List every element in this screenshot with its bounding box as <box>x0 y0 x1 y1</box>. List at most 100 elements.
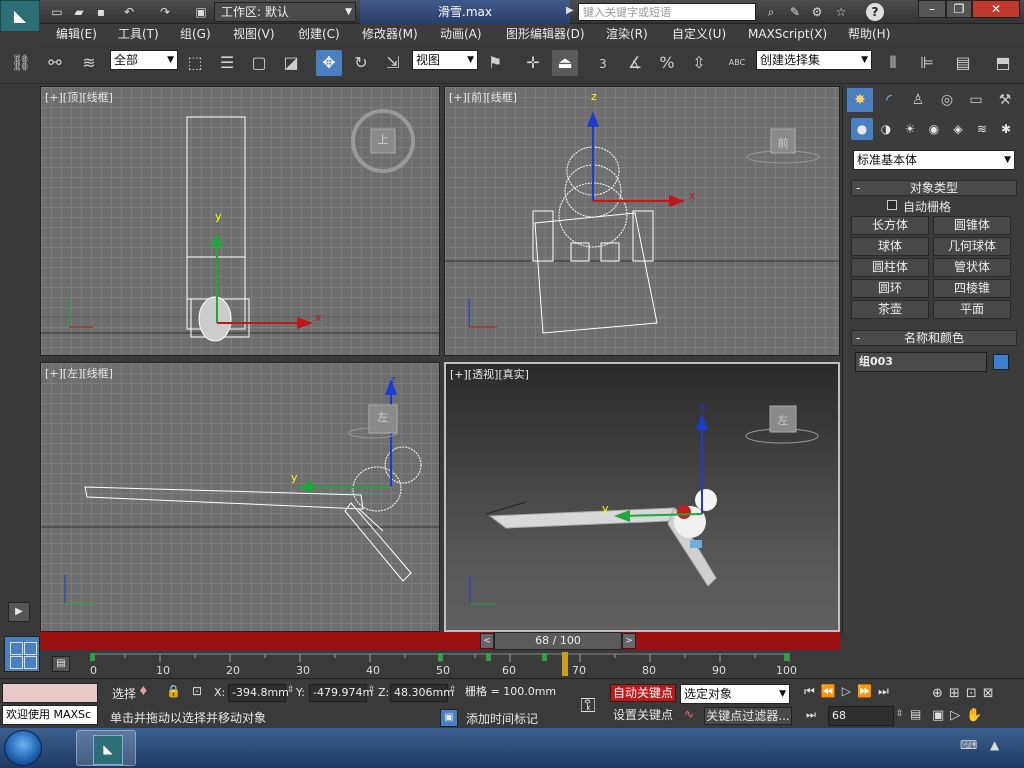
graphite-ribbon-icon[interactable]: ⬒ <box>990 50 1016 76</box>
pyramid-button[interactable]: 四棱锥 <box>933 279 1011 298</box>
viewport-left-label[interactable]: [+][左][线框] <box>45 365 113 381</box>
prev-frame-arrow-icon[interactable]: < <box>480 633 494 649</box>
next-frame-arrow-icon[interactable]: > <box>622 633 636 649</box>
show-desktop-icon[interactable]: ▲ <box>990 738 999 752</box>
key-mode-toggle-icon[interactable]: ⏭ <box>806 708 816 722</box>
layer-manager-icon[interactable]: ▤ <box>950 50 976 76</box>
absolute-mode-icon[interactable]: ⊡ <box>192 684 202 698</box>
viewport-front[interactable]: z x [+][前][线框] 前 <box>444 86 840 356</box>
taskbar-3dsmax-button[interactable]: ◣ <box>76 730 136 766</box>
select-and-scale-icon[interactable]: ⇲ <box>380 50 406 76</box>
select-and-move-icon[interactable]: ✥ <box>316 50 342 76</box>
cylinder-button[interactable]: 圆柱体 <box>851 258 929 277</box>
shapes-category-icon[interactable]: ◑ <box>875 118 897 140</box>
redo-icon[interactable]: ↷ <box>156 3 174 21</box>
undo-icon[interactable]: ↶ <box>120 3 138 21</box>
lights-category-icon[interactable]: ☀ <box>899 118 921 140</box>
minimize-button[interactable]: – <box>918 0 946 18</box>
timeline-track[interactable] <box>40 632 840 650</box>
utilities-tab-icon[interactable]: ⚒ <box>992 88 1018 112</box>
open-file-icon[interactable]: ▰ <box>70 3 88 21</box>
rect-selection-icon[interactable]: ▢ <box>246 50 272 76</box>
restore-button[interactable]: ❐ <box>946 0 972 18</box>
menu-modifiers[interactable]: 修改器(M) <box>362 24 418 44</box>
add-time-tag-button[interactable]: 添加时间标记 <box>466 710 538 727</box>
sphere-button[interactable]: 球体 <box>851 237 929 256</box>
spinner-icon[interactable]: ⇳ <box>449 685 457 695</box>
viewport-front-label[interactable]: [+][前][线框] <box>449 89 517 105</box>
viewport-left[interactable]: y z [+][左][线框] 左 <box>40 362 440 632</box>
reference-coordinate-dropdown[interactable]: 视图 <box>412 50 478 70</box>
primitive-type-dropdown[interactable]: 标准基本体 <box>853 150 1015 170</box>
time-config-icon[interactable]: ▤ <box>910 707 928 725</box>
select-and-rotate-icon[interactable]: ↻ <box>348 50 374 76</box>
start-button[interactable] <box>4 730 42 766</box>
workspace-dropdown[interactable]: 工作区: 默认 ▼ <box>214 2 356 22</box>
viewport-perspective-label[interactable]: [+][透视][真实] <box>450 366 529 382</box>
zoom-icon[interactable]: ⊕ <box>932 686 949 701</box>
select-object-icon[interactable]: ⬚ <box>182 50 208 76</box>
bind-space-warp-icon[interactable]: ≋ <box>76 50 102 76</box>
object-color-swatch[interactable] <box>993 354 1009 370</box>
x-coord-input[interactable]: -394.8mm <box>228 684 289 702</box>
favorites-star-icon[interactable]: ☆ <box>832 3 850 21</box>
spinner-snap-icon[interactable]: ⇳ <box>686 50 712 76</box>
y-coord-input[interactable]: -479.974m <box>309 684 373 702</box>
viewport-perspective[interactable]: y z [+][透视][真实] 左 <box>444 362 840 632</box>
menu-tools[interactable]: 工具(T) <box>118 24 159 44</box>
maxscript-listener-pink[interactable] <box>2 683 98 703</box>
cameras-category-icon[interactable]: ◉ <box>923 118 945 140</box>
auto-key-button[interactable]: 自动关键点 <box>610 684 676 702</box>
fov-icon[interactable]: ▷ <box>950 708 966 723</box>
viewcube-left-face[interactable]: 左 <box>375 409 391 425</box>
help-icon[interactable]: ? <box>866 3 884 21</box>
create-tab-icon[interactable]: ✸ <box>847 88 873 112</box>
maxscript-mini-listener[interactable]: 欢迎使用 MAXSc <box>2 705 98 725</box>
spinner-icon[interactable]: ⇳ <box>368 685 376 695</box>
play-icon[interactable]: ▷ <box>842 684 857 698</box>
mirror-icon[interactable]: ⫴ <box>880 50 906 76</box>
play-ribbon-icon[interactable]: ▶ <box>8 602 30 622</box>
geometry-category-icon[interactable]: ● <box>851 118 873 140</box>
pan-icon[interactable]: ✋ <box>966 708 988 723</box>
set-key-icon[interactable]: ⚿ <box>568 685 608 725</box>
save-file-icon[interactable]: ▪ <box>92 3 110 21</box>
menu-rendering[interactable]: 渲染(R) <box>606 24 648 44</box>
systems-category-icon[interactable]: ✱ <box>995 118 1017 140</box>
key-mode-dropdown[interactable]: 选定对象 <box>680 684 790 704</box>
motion-tab-icon[interactable]: ◎ <box>934 88 960 112</box>
modify-tab-icon[interactable]: ◜ <box>876 88 902 112</box>
edit-named-selection-icon[interactable]: ABC <box>724 50 750 76</box>
helpers-category-icon[interactable]: ◈ <box>947 118 969 140</box>
menu-maxscript[interactable]: MAXScript(X) <box>748 24 827 44</box>
cone-button[interactable]: 圆锥体 <box>933 216 1011 235</box>
window-crossing-icon[interactable]: ◪ <box>278 50 304 76</box>
zoom-extents-icon[interactable]: ⊡ <box>966 686 983 701</box>
search-input[interactable]: 键入关键字或短语 <box>578 3 756 21</box>
plane-button[interactable]: 平面 <box>933 300 1011 319</box>
next-key-icon[interactable]: ⏩ <box>857 684 878 698</box>
timeline-ruler[interactable]: 0 10 20 30 40 50 60 70 80 90 100 <box>90 650 797 678</box>
named-selection-dropdown[interactable]: 创建选择集 <box>756 50 872 70</box>
mini-curve-editor-icon[interactable]: ▤ <box>52 656 70 672</box>
name-color-rollout-header[interactable]: - 名称和颜色 <box>851 330 1017 346</box>
snaps-toggle-icon[interactable]: 3 <box>590 50 616 76</box>
selection-lock-icon[interactable]: 🔒 <box>166 684 181 698</box>
percent-snap-icon[interactable]: % <box>654 50 680 76</box>
key-filters-button[interactable]: 关键点过滤器... <box>704 707 792 725</box>
time-tag-icon[interactable]: ▣ <box>440 709 458 727</box>
project-folder-icon[interactable]: ▣ <box>192 3 210 21</box>
align-icon[interactable]: ⊫ <box>914 50 940 76</box>
select-and-link-icon[interactable]: ⛓ <box>8 50 34 76</box>
prev-key-icon[interactable]: ⏪ <box>821 684 842 698</box>
tube-button[interactable]: 管状体 <box>933 258 1011 277</box>
display-tab-icon[interactable]: ▭ <box>963 88 989 112</box>
angle-snap-icon[interactable]: ∡ <box>622 50 648 76</box>
auto-grid-checkbox[interactable] <box>887 200 897 210</box>
close-button[interactable]: ✕ <box>972 0 1020 18</box>
zoom-all-icon[interactable]: ⊞ <box>949 686 966 701</box>
hierarchy-tab-icon[interactable]: ♙ <box>905 88 931 112</box>
zoom-region-icon[interactable]: ▣ <box>932 708 950 723</box>
chevron-right-icon[interactable]: ▶ <box>566 5 574 16</box>
goto-end-icon[interactable]: ⏭ <box>878 684 895 698</box>
